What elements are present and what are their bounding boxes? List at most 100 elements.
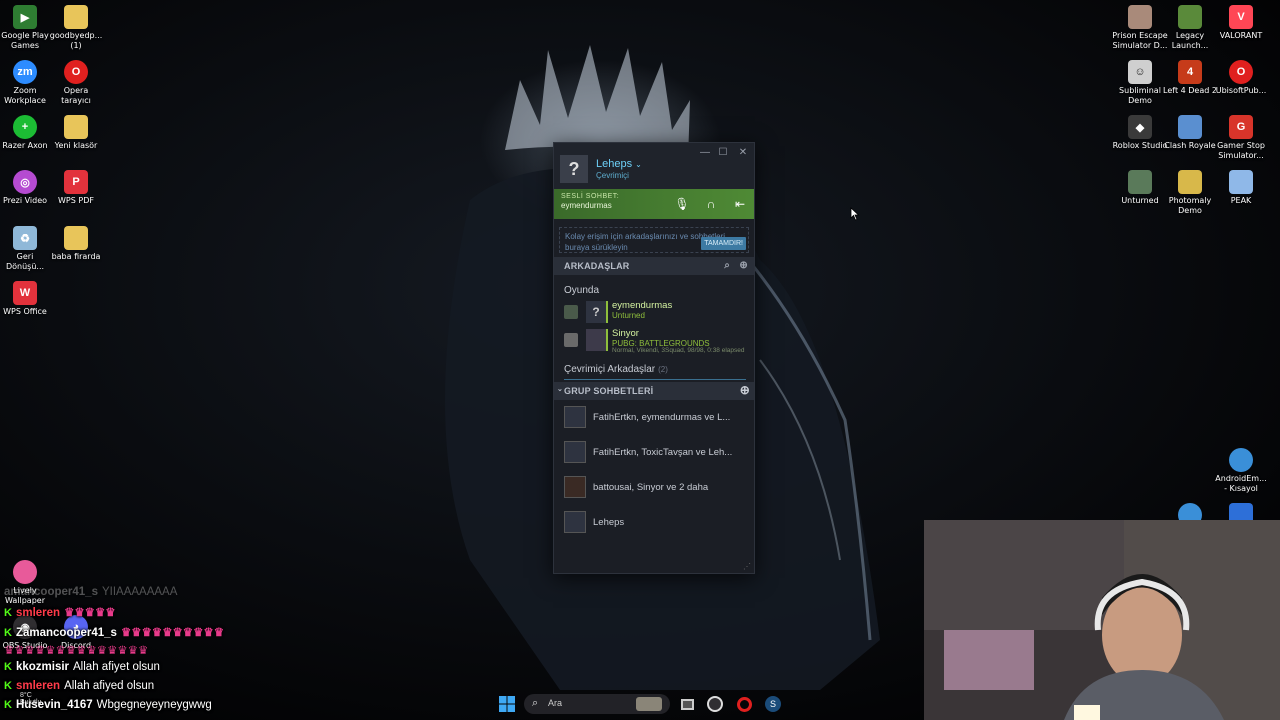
chevron-down-icon: ⌄ — [557, 386, 564, 393]
wps-office-icon: W — [13, 281, 37, 305]
desktop-icon-unturned[interactable]: Unturned — [1112, 170, 1168, 206]
group-avatar — [564, 476, 586, 498]
online-friends-label: Çevrimiçi Arkadaşlar — [564, 364, 656, 375]
online-friends-toggle[interactable]: Çevrimiçi Arkadaşlar (2) — [554, 356, 754, 379]
chat-text: Allah afiyet olsun — [73, 661, 160, 673]
android-emulator-icon — [1229, 448, 1253, 472]
chat-text: YIIAAAAAAAA — [101, 586, 178, 598]
roblox-studio-icon: ◆ — [1128, 115, 1152, 139]
user-avatar[interactable]: ? — [560, 155, 588, 183]
desktop-icon-prison-escape[interactable]: Prison Escape Simulator D... — [1112, 5, 1168, 51]
chat-message: K Zamancooper41_s ♛♛♛♛♛♛♛♛♛♛ — [4, 625, 224, 639]
desktop-icon-ubisoft[interactable]: O UbisoftPub... — [1213, 60, 1269, 96]
razer-icon: + — [13, 115, 37, 139]
desktop-icon-photomaly[interactable]: Photomaly Demo — [1162, 170, 1218, 216]
voice-chat-bar: SESLİ SOHBET: eymendurmas 🎙 ∩ ⇤ — [554, 189, 754, 219]
user-name[interactable]: Leheps ⌄ — [596, 158, 642, 170]
desktop-icon-baba-firarda[interactable]: baba firarda — [48, 226, 104, 262]
voice-chat-channel[interactable]: eymendurmas — [561, 201, 612, 210]
desktop-icon-roblox-studio[interactable]: ◆ Roblox Studio — [1112, 115, 1168, 151]
chevron-down-icon: ⌄ — [635, 160, 642, 169]
clash-royale-icon — [1178, 115, 1202, 139]
desktop-icon-razer-axon[interactable]: + Razer Axon — [0, 115, 53, 151]
group-name: FatihErtkn, ToxicTavşan ve Leh... — [593, 447, 733, 458]
gamer-stop-icon: G — [1229, 115, 1253, 139]
desktop-icon-valorant[interactable]: V VALORANT — [1213, 5, 1269, 41]
peak-icon — [1229, 170, 1253, 194]
desktop-icon-wps-office[interactable]: W WPS Office — [0, 281, 53, 317]
friend-game-detail: Normal, Vikendi, 3Squad, 98/98, 0:38 ela… — [612, 347, 745, 354]
desktop-icon-clash-royale[interactable]: Clash Royale — [1162, 115, 1218, 151]
folder-icon — [64, 226, 88, 250]
kick-badge-icon: K — [4, 661, 12, 673]
search-placeholder: Ara — [548, 698, 563, 708]
friends-section-header[interactable]: ARKADAŞLAR ⌕ ⊕ — [554, 257, 754, 275]
kick-badge-icon: K — [4, 699, 12, 711]
windows-start-icon[interactable] — [496, 693, 518, 715]
search-icon[interactable]: ⌕ — [724, 260, 730, 271]
zoom-icon: zm — [13, 60, 37, 84]
group-chat-item[interactable]: Leheps — [564, 505, 754, 540]
steam-icon[interactable]: S — [762, 693, 784, 715]
desktop-icon-left-4-dead-2[interactable]: 4 Left 4 Dead 2 — [1162, 60, 1218, 96]
user-name-text: Leheps — [596, 158, 633, 170]
desktop-icon-gamer-stop[interactable]: G Gamer Stop Simulator... — [1213, 115, 1269, 161]
friend-item[interactable]: Sinyor PUBG: BATTLEGROUNDS Normal, Viken… — [564, 328, 754, 356]
desktop-icon-android-emulator[interactable]: AndroidEm... - Kısayol — [1213, 448, 1269, 494]
desktop-icon-subliminal[interactable]: ☺ Subliminal Demo — [1112, 60, 1168, 106]
folder-icon — [64, 115, 88, 139]
desktop-icon-google-play-games[interactable]: ▶ Google Play Games — [0, 5, 53, 51]
voice-chat-title: SESLİ SOHBET: — [561, 193, 620, 200]
chat-text: Allah afiyed olsun — [64, 680, 155, 692]
add-friend-icon[interactable]: ⊕ — [739, 260, 748, 271]
online-friends-count: (2) — [658, 365, 668, 374]
add-group-chat-icon[interactable]: ⊕ — [740, 383, 750, 397]
google-play-games-icon: ▶ — [13, 5, 37, 29]
desktop-icon-yeni-klasor[interactable]: Yeni klasör — [48, 115, 104, 151]
kick-badge-icon: K — [4, 607, 12, 619]
desktop-icon-recycle-bin[interactable]: ♻ Geri Dönüşü... — [0, 226, 53, 272]
taskbar-search[interactable]: ⌕ Ara — [524, 694, 670, 714]
drag-hint-box: Kolay erişim için arkadaşlarınızı ve soh… — [559, 227, 749, 253]
prison-escape-icon — [1128, 5, 1152, 29]
hint-ok-button[interactable]: TAMAMDIR! — [701, 237, 746, 250]
group-avatar — [564, 441, 586, 463]
microphone-icon[interactable]: 🎙 — [674, 196, 690, 212]
close-button[interactable]: ✕ — [736, 146, 750, 160]
chat-message: Kkkozmisir Allah afiyet olsun — [4, 661, 160, 673]
leave-voice-icon[interactable]: ⇤ — [732, 196, 748, 212]
weather-desc: Bulutlu — [20, 699, 42, 706]
unturned-icon — [1128, 170, 1152, 194]
group-chat-item[interactable]: FatihErtkn, ToxicTavşan ve Leh... — [564, 435, 754, 470]
desktop-icon-legacy-launcher[interactable]: Legacy Launch... — [1162, 5, 1218, 51]
desktop-icon-prezi-video[interactable]: ◎ Prezi Video — [0, 170, 53, 206]
pubg-game-icon — [564, 333, 578, 347]
resize-grip-icon[interactable]: ⋰ — [743, 562, 751, 571]
weather-widget[interactable]: 8°C Bulutlu — [20, 692, 41, 706]
chat-user: smleren — [15, 680, 61, 692]
group-chats-section-header[interactable]: ⌄ GRUP SOHBETLERİ ⊕ — [554, 382, 754, 400]
mouse-cursor-icon — [850, 207, 860, 221]
friend-item[interactable]: ? eymendurmas Unturned — [564, 300, 754, 328]
desktop-icon-wps-pdf[interactable]: P WPS PDF — [48, 170, 104, 206]
obs-icon[interactable] — [704, 693, 726, 715]
task-view-icon[interactable] — [676, 693, 698, 715]
wps-pdf-icon: P — [64, 170, 88, 194]
weather-temp: 8°C — [20, 692, 32, 699]
opera-icon[interactable] — [733, 693, 755, 715]
maximize-button[interactable]: ☐ — [716, 146, 730, 160]
headset-icon[interactable]: ∩ — [703, 196, 719, 212]
chat-user: Zamancooper41_s — [15, 627, 117, 639]
desktop-icon-folder[interactable]: goodbyedp... (1) — [48, 5, 104, 51]
group-chat-item[interactable]: battousai, Sinyor ve 2 daha — [564, 470, 754, 505]
minecraft-icon — [1178, 5, 1202, 29]
desktop-icon-lively-wallpaper[interactable]: Lively Wallpaper — [0, 560, 53, 606]
desktop-icon-peak[interactable]: PEAK — [1213, 170, 1269, 206]
desktop-icon-opera[interactable]: O Opera tarayıcı — [48, 60, 104, 106]
friend-avatar: ? — [586, 301, 608, 323]
minimize-button[interactable]: — — [698, 146, 712, 160]
valorant-icon: V — [1229, 5, 1253, 29]
desktop-icon-zoom[interactable]: zm Zoom Workplace — [0, 60, 53, 106]
group-chat-item[interactable]: FatihErtkn, eymendurmas ve L... — [564, 400, 754, 435]
chat-user: kkozmisir — [15, 661, 70, 673]
